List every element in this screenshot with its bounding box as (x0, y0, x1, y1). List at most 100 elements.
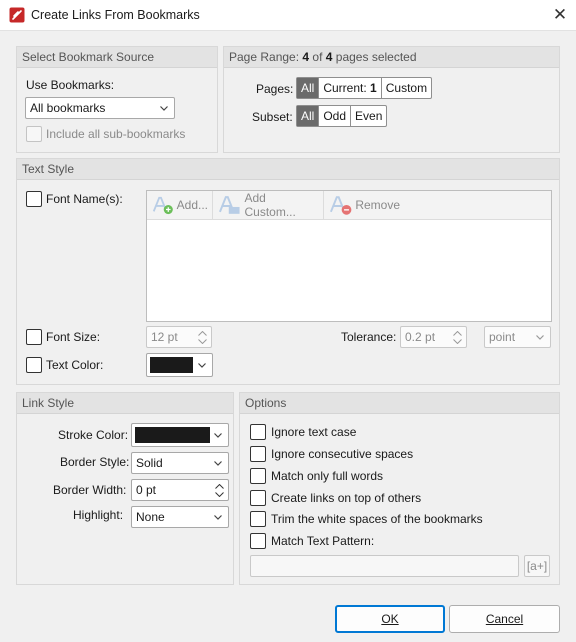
subset-label: Subset: (252, 110, 293, 124)
links-on-top-label: Create links on top of others (271, 491, 422, 505)
page-range-prefix: Page Range: (229, 50, 303, 64)
full-words-label: Match only full words (271, 469, 384, 483)
pages-current-button[interactable]: Current: 1 (318, 78, 380, 98)
include-sub-bookmarks-label: Include all sub-bookmarks (46, 127, 186, 141)
spin-up-icon[interactable] (453, 331, 462, 336)
spin-up-icon[interactable] (198, 331, 207, 336)
trim-spaces-label: Trim the white spaces of the bookmarks (271, 512, 483, 526)
spin-up-icon[interactable] (215, 484, 224, 489)
add-font-icon (152, 196, 173, 215)
text-pattern-label: Match Text Pattern: (271, 534, 375, 548)
font-size-checkbox[interactable] (26, 329, 42, 345)
stroke-color-swatch (135, 427, 210, 443)
stroke-color-picker[interactable] (131, 423, 229, 447)
ignore-spaces-label: Ignore consecutive spaces (271, 447, 414, 461)
use-bookmarks-value: All bookmarks (30, 101, 106, 115)
border-width-value: 0 pt (136, 483, 157, 497)
include-sub-bookmarks-checkbox[interactable] (26, 126, 42, 142)
link-style-group: Link Style Stroke Color: Border Style: S… (16, 392, 234, 585)
text-pattern-checkbox[interactable] (250, 533, 266, 549)
ignore-spaces-checkbox[interactable] (250, 446, 266, 462)
font-size-label: Font Size: (46, 330, 101, 344)
add-font-label: Add... (176, 198, 208, 212)
add-custom-font-icon (219, 196, 240, 214)
use-bookmarks-select[interactable]: All bookmarks (25, 97, 175, 119)
links-on-top-checkbox[interactable] (250, 490, 266, 506)
text-color-picker[interactable] (146, 353, 213, 377)
add-custom-font-label: Add Custom... (244, 191, 296, 219)
remove-font-button[interactable]: Remove (324, 191, 404, 219)
text-style-group: Text Style Font Name(s): Add... Add Cust… (16, 158, 560, 385)
subset-segmented: All Odd Even (296, 105, 388, 127)
page-range-of: of (309, 50, 326, 64)
use-bookmarks-label: Use Bookmarks: (26, 78, 115, 92)
font-names-checkbox[interactable] (26, 191, 42, 207)
full-words-checkbox[interactable] (250, 468, 266, 484)
chevron-down-icon (536, 335, 544, 340)
highlight-value: None (136, 510, 165, 524)
tolerance-unit-value: point (489, 330, 516, 344)
add-custom-font-button[interactable]: Add Custom... (213, 191, 324, 219)
highlight-select[interactable]: None (131, 506, 229, 528)
border-style-value: Solid (136, 456, 163, 470)
font-list-toolbar: Add... Add Custom... Remove (147, 191, 551, 220)
border-width-input[interactable]: 0 pt (131, 479, 229, 501)
highlight-label: Highlight: (73, 508, 124, 522)
link-style-header: Link Style (17, 393, 233, 414)
chevron-down-icon (198, 363, 206, 368)
text-color-swatch (150, 357, 193, 373)
font-size-input[interactable]: 12 pt (146, 326, 212, 348)
cancel-button-label: Cancel (485, 612, 524, 626)
pattern-insert-button[interactable]: [a+] (524, 555, 550, 577)
text-color-checkbox[interactable] (26, 357, 42, 373)
trim-spaces-checkbox[interactable] (250, 511, 266, 527)
tolerance-unit-select[interactable]: point (484, 326, 551, 348)
pages-label: Pages: (256, 82, 294, 96)
page-range-suffix: pages selected (332, 50, 417, 64)
spin-down-icon[interactable] (453, 339, 462, 344)
text-color-label: Text Color: (46, 358, 104, 372)
pages-custom-button[interactable]: Custom (380, 78, 431, 98)
cancel-button[interactable]: Cancel (449, 605, 560, 633)
chevron-down-icon (160, 106, 168, 111)
pages-all-button[interactable]: All (297, 78, 319, 98)
pages-current-number: 1 (370, 81, 377, 95)
app-logo-icon (9, 7, 25, 23)
pages-current-label: Current: (323, 81, 367, 95)
border-style-select[interactable]: Solid (131, 452, 229, 474)
tolerance-label: Tolerance: (341, 330, 397, 344)
font-names-list[interactable]: Add... Add Custom... Remove (146, 190, 552, 322)
ok-button[interactable]: OK (335, 605, 445, 633)
title-bar: Create Links From Bookmarks ✕ (0, 0, 576, 31)
pages-segmented: All Current: 1 Custom (296, 77, 433, 99)
border-width-label: Border Width: (53, 483, 127, 497)
spin-down-icon[interactable] (215, 492, 224, 497)
font-size-value: 12 pt (151, 330, 178, 344)
tolerance-value: 0.2 pt (405, 330, 436, 344)
subset-odd-button[interactable]: Odd (318, 106, 350, 126)
remove-font-label: Remove (355, 198, 400, 212)
page-range-group: Page Range: 4 of 4 pages selected Pages:… (223, 46, 560, 153)
options-group: Options Ignore text case Ignore consecut… (239, 392, 560, 585)
chevron-down-icon (214, 433, 222, 438)
remove-font-icon (330, 196, 352, 215)
chevron-down-icon (214, 515, 222, 520)
ok-button-label: OK (381, 612, 399, 626)
text-pattern-input[interactable] (250, 555, 519, 577)
stroke-color-label: Stroke Color: (58, 428, 129, 442)
tolerance-input[interactable]: 0.2 pt (400, 326, 467, 348)
bookmark-source-header: Select Bookmark Source (17, 47, 217, 68)
window-title: Create Links From Bookmarks (31, 8, 200, 22)
font-names-label: Font Name(s): (46, 192, 123, 206)
add-font-button[interactable]: Add... (147, 191, 213, 219)
page-range-header: Page Range: 4 of 4 pages selected (224, 47, 559, 68)
text-style-header: Text Style (17, 159, 559, 180)
border-style-label: Border Style: (60, 455, 130, 469)
subset-even-button[interactable]: Even (350, 106, 386, 126)
close-icon[interactable]: ✕ (551, 6, 569, 24)
options-header: Options (240, 393, 559, 414)
subset-all-button[interactable]: All (297, 106, 319, 126)
spin-down-icon[interactable] (198, 339, 207, 344)
ignore-case-label: Ignore text case (271, 425, 357, 439)
ignore-case-checkbox[interactable] (250, 424, 266, 440)
